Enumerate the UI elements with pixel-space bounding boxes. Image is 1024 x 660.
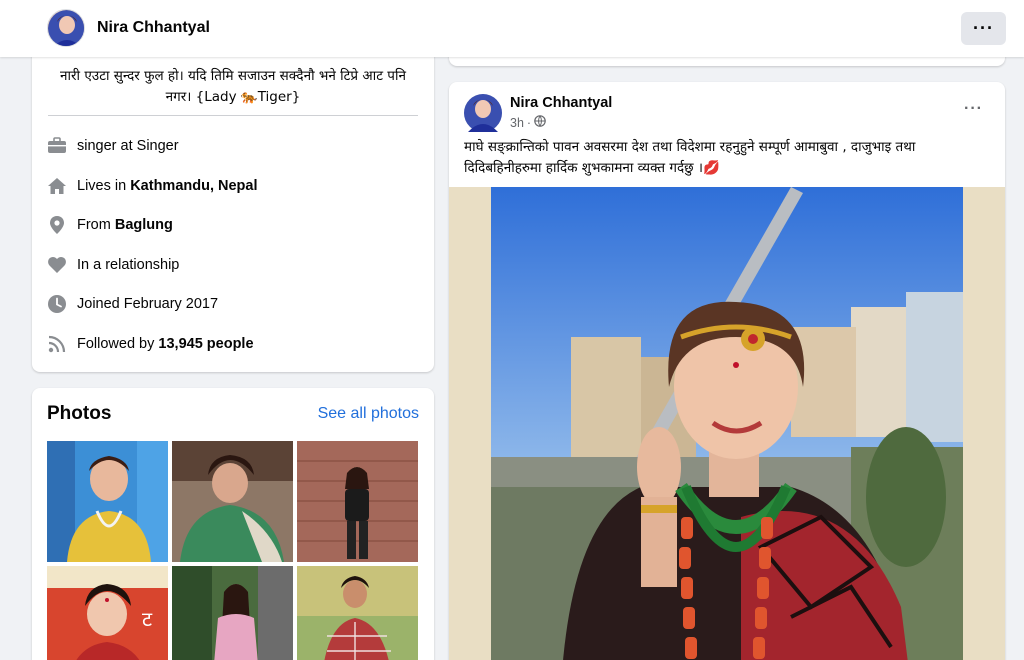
more-options-button[interactable]: ···: [961, 12, 1006, 45]
intro-lives-prefix: Lives in: [77, 178, 127, 194]
profile-header-bar: Nira Chhantyal ···: [0, 0, 1024, 57]
intro-relationship: In a relationship: [46, 253, 179, 277]
intro-from: From Baglung: [46, 213, 173, 237]
svg-text:ट: ट: [142, 607, 153, 631]
intro-from-prefix: From: [77, 217, 111, 233]
intro-followed-count[interactable]: 13,945 people: [158, 336, 253, 352]
profile-name[interactable]: Nira Chhantyal: [97, 19, 210, 37]
home-icon: [46, 175, 68, 197]
intro-relationship-text: In a relationship: [77, 257, 180, 273]
intro-lives: Lives in Kathmandu, Nepal: [46, 174, 258, 198]
intro-divider: [48, 115, 418, 116]
intro-joined-text: Joined February 2017: [77, 296, 219, 312]
intro-from-link[interactable]: Baglung: [115, 217, 173, 233]
intro-lives-link[interactable]: Kathmandu, Nepal: [130, 178, 257, 194]
intro-joined: Joined February 2017: [46, 292, 218, 316]
post-meta: 3h ·: [510, 115, 546, 130]
globe-icon[interactable]: [534, 115, 546, 130]
intro-followed: Followed by 13,945 people: [46, 332, 254, 356]
photo-thumbnail[interactable]: [297, 566, 418, 660]
intro-followed-prefix: Followed by: [77, 336, 155, 352]
post-author-name[interactable]: Nira Chhantyal: [510, 95, 612, 111]
post-author-avatar[interactable]: [464, 94, 502, 132]
post-more-options-button[interactable]: ···: [964, 100, 983, 118]
photo-thumbnail[interactable]: [172, 441, 293, 562]
profile-avatar[interactable]: [47, 9, 85, 47]
intro-work-text: singer at Singer: [77, 138, 179, 154]
photo-thumbnail[interactable]: [297, 441, 418, 562]
heart-icon: [46, 254, 68, 276]
post-photo-image[interactable]: [491, 187, 963, 660]
intro-bio: नारी एउटा सुन्दर फुल हो। यदि तिमि सजाउन …: [60, 68, 406, 105]
post-card: Nira Chhantyal 3h · ··· माघे सङ्क्रान्ति…: [449, 82, 1005, 660]
post-text: माघे सङ्क्रान्तिको पावन अवसरमा देश तथा व…: [464, 139, 916, 176]
post-meta-separator: ·: [526, 115, 532, 130]
post-timestamp[interactable]: 3h: [510, 116, 524, 130]
photo-thumbnail[interactable]: [47, 441, 168, 562]
rss-icon: [46, 333, 68, 355]
post-photo[interactable]: [449, 187, 1005, 660]
briefcase-icon: [46, 135, 68, 157]
clock-icon: [46, 293, 68, 315]
photos-title: Photos: [47, 403, 112, 424]
photo-thumbnail[interactable]: ट: [47, 566, 168, 660]
intro-card: नारी एउटा सुन्दर फुल हो। यदि तिमि सजाउन …: [32, 40, 434, 372]
location-pin-icon: [46, 214, 68, 236]
see-all-photos-link[interactable]: See all photos: [318, 405, 419, 423]
photo-thumbnail[interactable]: [172, 566, 293, 660]
photos-card: Photos See all photos ट: [32, 388, 434, 660]
intro-work: singer at Singer: [46, 134, 179, 158]
